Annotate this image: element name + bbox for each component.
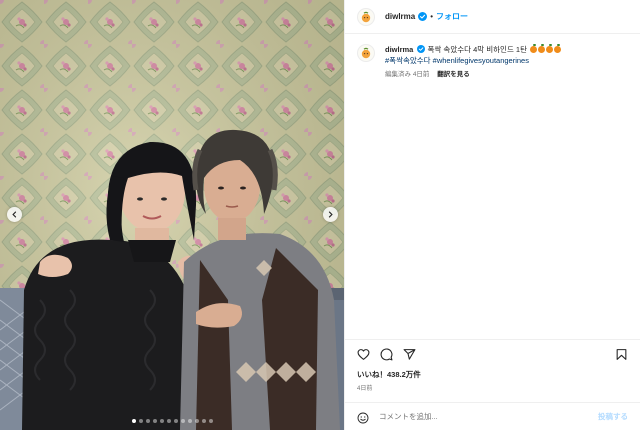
carousel-dot xyxy=(145,419,150,423)
carousel-dot xyxy=(187,419,192,423)
like-button[interactable] xyxy=(357,348,370,361)
comment-input[interactable] xyxy=(379,412,598,421)
carousel-dot xyxy=(208,419,213,423)
carousel-dot xyxy=(194,419,199,423)
username-link[interactable]: diwlrma xyxy=(385,12,415,21)
caption-hashtags[interactable]: #폭싹속았수다 #whenlifegivesyoutangerines xyxy=(385,55,561,66)
caption-text-block: diwlrma 폭싹 속았수다 4막 비하인드 1탄 #폭싹속았수다 #when… xyxy=(385,44,562,80)
post-comment-button[interactable]: 投稿する xyxy=(598,411,628,422)
translate-button[interactable]: 翻訳を見る xyxy=(437,71,470,78)
tangerine-emoji xyxy=(546,44,554,53)
caption-age: 4日前 xyxy=(412,71,430,78)
tangerine-emoji xyxy=(538,44,546,53)
caption-text: 폭싹 속았수다 4막 비하인드 1탄 xyxy=(427,45,528,54)
carousel-dot xyxy=(180,419,185,423)
share-button[interactable] xyxy=(403,348,416,361)
comment-button[interactable] xyxy=(380,348,393,361)
caption-meta: 編集済み 4日前 翻訳を見る xyxy=(385,69,561,80)
emoji-button[interactable] xyxy=(357,411,369,423)
carousel-dot xyxy=(166,419,171,423)
chevron-right-icon xyxy=(328,211,333,218)
follow-button[interactable]: フォロー xyxy=(436,11,468,22)
carousel-dot xyxy=(173,419,178,423)
edited-label: 編集済み xyxy=(385,71,411,78)
carousel-dot xyxy=(138,419,143,423)
tangerine-emoji xyxy=(530,44,538,53)
comment-bar: 投稿する xyxy=(345,402,640,430)
avatar-image xyxy=(361,11,371,22)
comment-icon xyxy=(380,348,393,361)
carousel-next-button[interactable] xyxy=(323,207,338,222)
carousel-dot xyxy=(201,419,206,423)
save-button[interactable] xyxy=(615,348,628,361)
carousel-dot xyxy=(159,419,164,423)
heart-icon xyxy=(357,349,370,360)
header-separator: • xyxy=(430,12,434,21)
tangerine-emoji-group xyxy=(529,44,562,54)
post-header: diwlrma • フォロー xyxy=(345,0,640,34)
tangerine-emoji xyxy=(554,44,562,53)
avatar-image xyxy=(361,47,371,59)
verified-icon xyxy=(417,45,426,53)
caption-section: diwlrma 폭싹 속았수다 4막 비하인드 1탄 #폭싹속았수다 #when… xyxy=(345,34,640,339)
bookmark-icon xyxy=(616,349,627,360)
action-bar xyxy=(345,339,640,369)
emoji-icon xyxy=(357,412,369,423)
carousel-dot xyxy=(152,419,157,423)
chevron-left-icon xyxy=(12,211,17,218)
post-photo[interactable] xyxy=(0,0,344,430)
instagram-post: diwlrma • フォロー diwlrma 폭싹 속았수다 4막 비하인드 1… xyxy=(0,0,640,430)
caption-avatar[interactable] xyxy=(357,44,375,62)
photo-image xyxy=(0,0,344,430)
carousel-indicator xyxy=(0,419,344,423)
carousel-dot xyxy=(131,419,136,423)
avatar[interactable] xyxy=(357,7,375,26)
caption-username[interactable]: diwlrma xyxy=(385,45,413,54)
post-date: 4日前 xyxy=(357,386,373,392)
share-icon xyxy=(403,349,416,360)
likes-count[interactable]: いいね！438.2万件 xyxy=(345,369,640,380)
post-sidebar: diwlrma • フォロー diwlrma 폭싹 속았수다 4막 비하인드 1… xyxy=(344,0,640,430)
carousel-prev-button[interactable] xyxy=(7,207,22,222)
verified-icon xyxy=(418,12,428,21)
